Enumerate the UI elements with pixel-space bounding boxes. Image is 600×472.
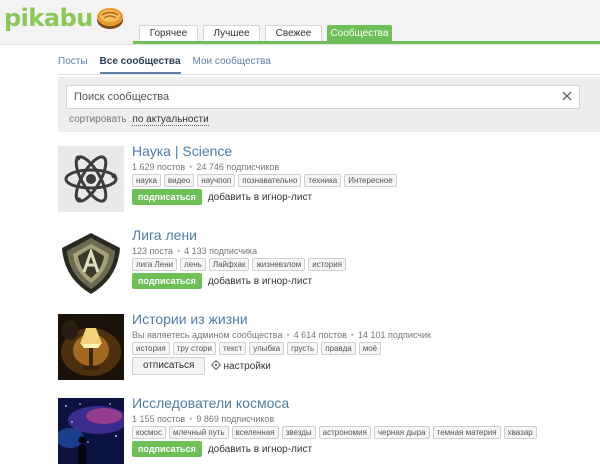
tag[interactable]: научпоп xyxy=(197,174,236,187)
subscribe-button[interactable]: подписаться xyxy=(132,441,202,457)
subtabs: Посты Все сообщества Мои сообщества xyxy=(58,56,271,74)
nav-underline xyxy=(133,41,600,44)
tag-list: космос млечный путь вселенная звезды аст… xyxy=(132,426,537,439)
tag[interactable]: вселенная xyxy=(231,426,279,439)
admin-note: Вы являетесь админом сообщества xyxy=(132,330,283,340)
tag[interactable]: Интересное xyxy=(344,174,397,187)
tag[interactable]: правда xyxy=(321,342,356,355)
settings-link[interactable]: настройки xyxy=(211,360,271,372)
subscribers-count: 24 746 подписчиков xyxy=(196,162,280,172)
tag[interactable]: астрономия xyxy=(318,426,371,439)
posts-count: 4 614 постов xyxy=(293,330,347,340)
subscribers-count: 9 869 подписчиков xyxy=(196,414,275,424)
close-icon[interactable] xyxy=(561,90,573,102)
tag[interactable]: хвазар xyxy=(503,426,537,439)
tab-best[interactable]: Лучшее xyxy=(203,25,260,42)
tag-list: история тру стори текст улыбка грусть пр… xyxy=(132,342,382,355)
tag[interactable]: история xyxy=(308,258,347,271)
ignore-list-link[interactable]: добавить в игнор-лист xyxy=(208,192,312,203)
site-header: pikabu Горячее Лучшее Свежее Сообщества xyxy=(0,0,600,45)
community-avatar[interactable] xyxy=(58,146,124,212)
community-avatar[interactable] xyxy=(58,230,124,296)
tag[interactable]: лень xyxy=(180,258,206,271)
tag[interactable]: черная дыра xyxy=(373,426,430,439)
search-panel: сортировать по актуальности xyxy=(58,77,600,132)
tag[interactable]: жизневзлом xyxy=(252,258,306,271)
subscribe-button[interactable]: подписаться xyxy=(132,189,202,205)
lamp-photo-icon xyxy=(58,314,124,380)
tag[interactable]: Лайфхак xyxy=(208,258,250,271)
posts-count: 123 поста xyxy=(132,246,173,256)
tag[interactable]: наука xyxy=(132,174,161,187)
community-avatar[interactable] xyxy=(58,314,124,380)
tag[interactable]: моё xyxy=(358,342,382,355)
tag[interactable]: история xyxy=(132,342,170,355)
community-stats: 123 поста • 4 133 подписчика xyxy=(132,246,258,256)
tag[interactable]: познавательно xyxy=(238,174,302,187)
ignore-list-link[interactable]: добавить в игнор-лист xyxy=(208,276,312,287)
space-photo-icon xyxy=(58,398,124,464)
community-actions: отписаться настройки xyxy=(132,357,271,375)
shield-icon xyxy=(58,230,124,296)
community-card: Исследователи космоса 1 155 постов • 9 869… xyxy=(58,395,600,466)
community-avatar[interactable] xyxy=(58,398,124,464)
subtab-all-communities[interactable]: Все сообщества xyxy=(99,56,181,74)
sort-row: сортировать по актуальности xyxy=(69,114,209,126)
unsubscribe-button[interactable]: отписаться xyxy=(132,357,206,375)
main-nav: Горячее Лучшее Свежее Сообщества xyxy=(139,25,392,42)
tag-list: наука видео научпоп познавательно техник… xyxy=(132,174,397,187)
search-input[interactable] xyxy=(67,86,544,108)
subscribe-button[interactable]: подписаться xyxy=(132,273,202,289)
tag-list: лига Лени лень Лайфхак жизневзлом истори… xyxy=(132,258,347,271)
tag[interactable]: текст xyxy=(218,342,247,355)
community-title[interactable]: Истории из жизни xyxy=(132,311,248,327)
tag[interactable]: темная материя xyxy=(432,426,501,439)
subtab-my-communities[interactable]: Мои сообщества xyxy=(193,56,271,74)
gear-icon xyxy=(211,360,222,370)
community-actions: подписаться добавить в игнор-лист xyxy=(132,189,312,205)
search-box xyxy=(66,85,580,109)
tab-hot[interactable]: Горячее xyxy=(139,25,198,42)
community-stats: 1 629 постов • 24 746 подписчиков xyxy=(132,162,280,172)
atom-icon xyxy=(58,146,124,212)
tag[interactable]: млечный путь xyxy=(169,426,229,439)
ignore-list-link[interactable]: добавить в игнор-лист xyxy=(208,444,312,455)
community-actions: подписаться добавить в игнор-лист xyxy=(132,273,312,289)
posts-count: 1 155 постов xyxy=(132,414,186,424)
community-stats: 1 155 постов • 9 869 подписчиков xyxy=(132,414,275,424)
tag[interactable]: улыбка xyxy=(249,342,285,355)
tag[interactable]: видео xyxy=(163,174,195,187)
tag[interactable]: космос xyxy=(132,426,166,439)
pikabu-logo[interactable]: pikabu xyxy=(4,2,125,34)
tab-communities[interactable]: Сообщества xyxy=(327,25,392,42)
subscribers-count: 14 101 подписчик xyxy=(358,330,431,340)
settings-label: настройки xyxy=(223,361,271,372)
community-stats: Вы являетесь админом сообщества • 4 614 по… xyxy=(132,330,431,340)
community-card: Наука | Science 1 629 постов • 24 746 подп… xyxy=(58,143,600,214)
sort-dropdown[interactable]: по актуальности xyxy=(132,114,209,126)
pie-logo-icon xyxy=(96,8,123,29)
community-card: Истории из жизни Вы являетесь админом со… xyxy=(58,311,600,382)
community-actions: подписаться добавить в игнор-лист xyxy=(132,441,312,457)
community-title[interactable]: Наука | Science xyxy=(132,143,232,159)
posts-count: 1 629 постов xyxy=(132,162,186,172)
tag[interactable]: грусть xyxy=(287,342,319,355)
tab-fresh[interactable]: Свежее xyxy=(265,25,322,42)
logo-text: pikabu xyxy=(4,4,93,32)
community-title[interactable]: Лига лени xyxy=(132,227,197,243)
subscribers-count: 4 133 подписчика xyxy=(184,246,258,256)
tag[interactable]: техника xyxy=(304,174,342,187)
community-card: Лига лени 123 поста • 4 133 подписчика лиг… xyxy=(58,227,600,298)
subtab-posts[interactable]: Посты xyxy=(58,56,88,74)
sort-label: сортировать xyxy=(69,114,127,125)
tag[interactable]: звезды xyxy=(281,426,316,439)
community-title[interactable]: Исследователи космоса xyxy=(132,395,289,411)
tag[interactable]: тру стори xyxy=(172,342,216,355)
tag[interactable]: лига Лени xyxy=(132,258,178,271)
subtabs-divider xyxy=(58,74,600,75)
